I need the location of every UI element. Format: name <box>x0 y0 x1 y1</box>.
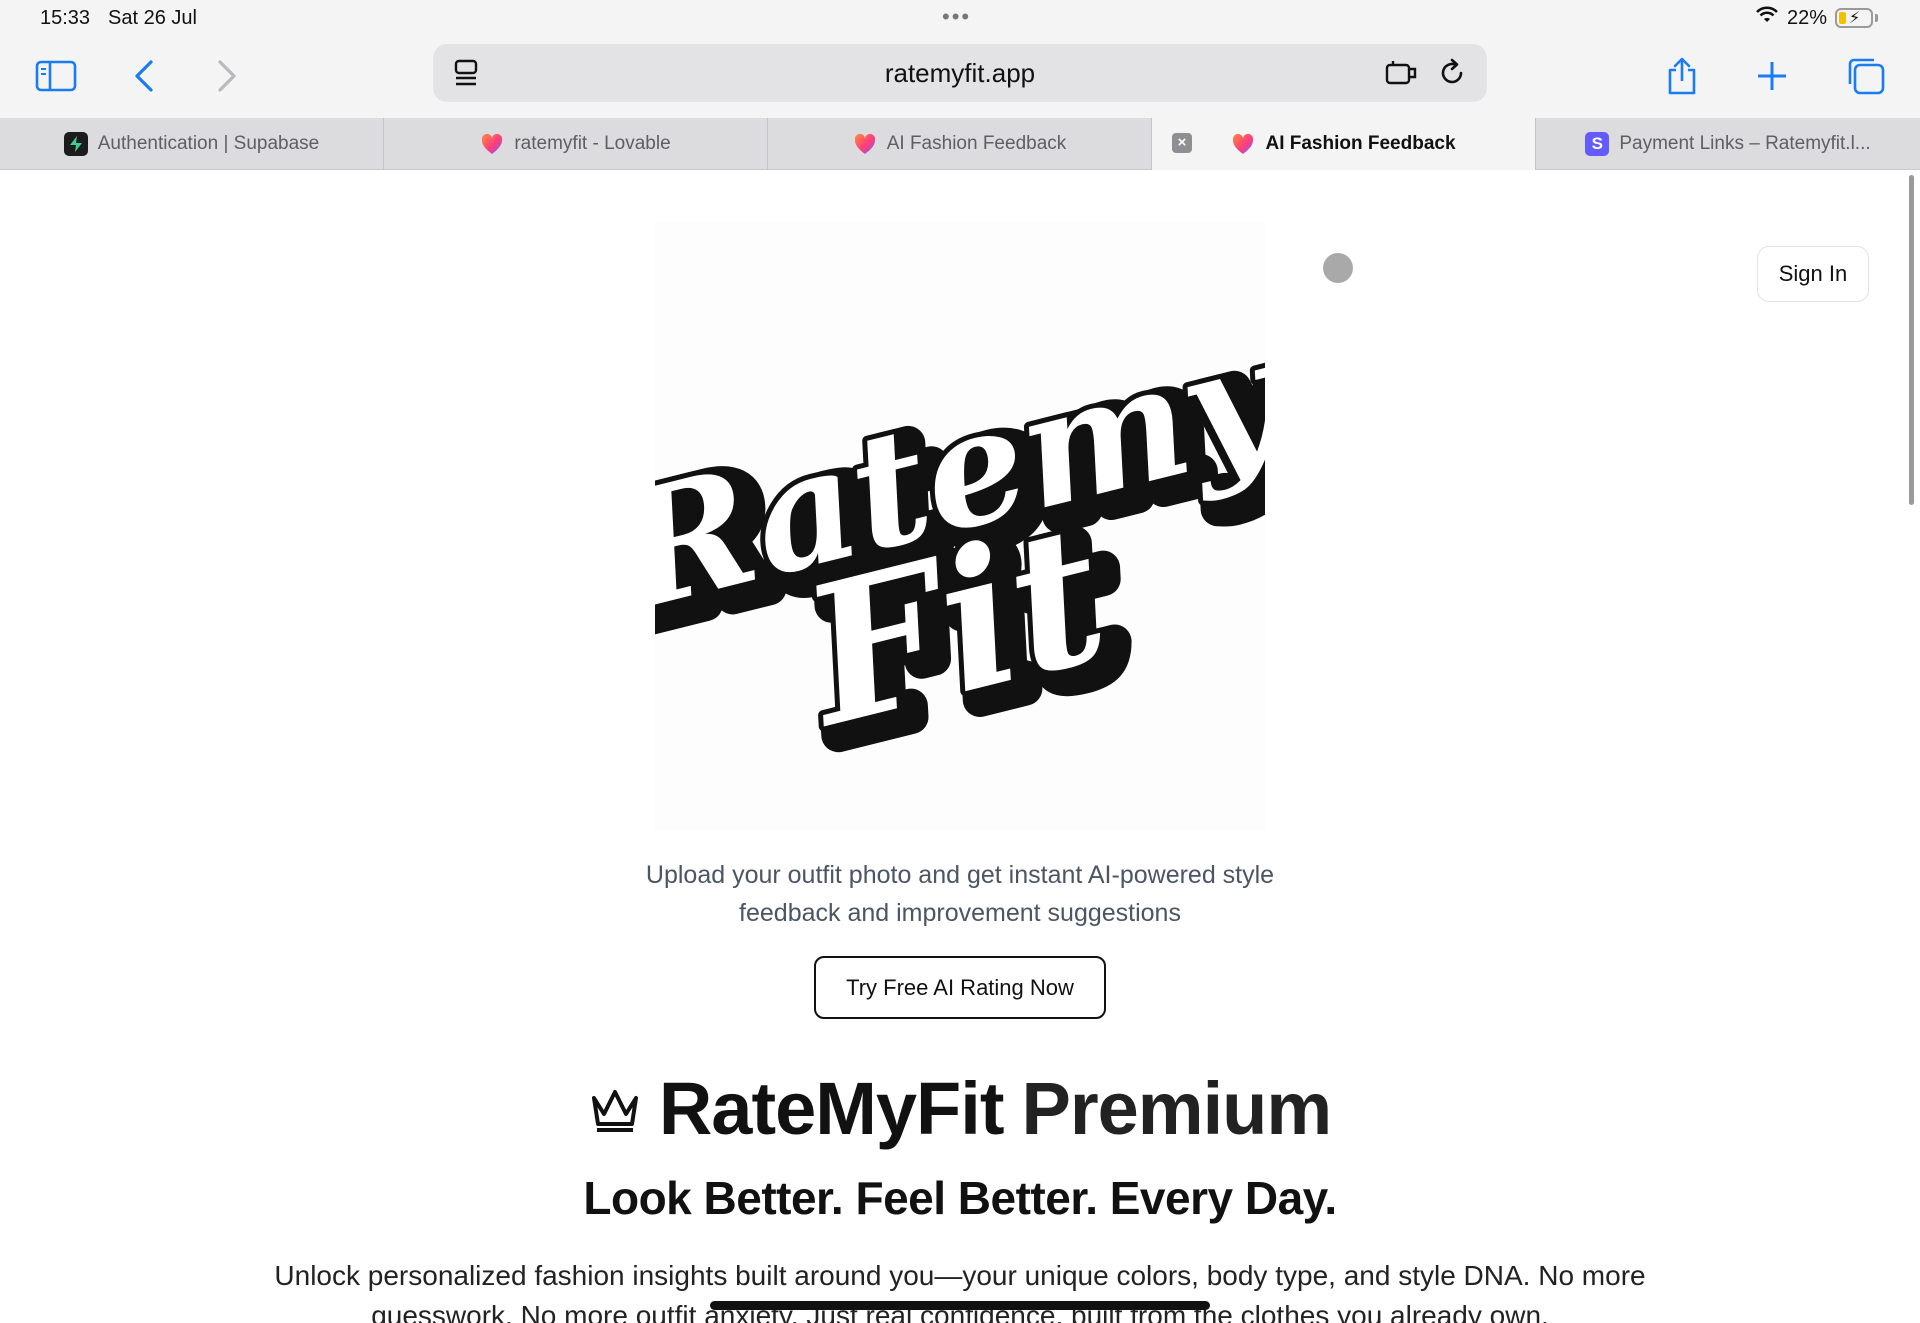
try-free-rating-button[interactable]: Try Free AI Rating Now <box>814 956 1106 1019</box>
description-line-1: Unlock personalized fashion insights bui… <box>274 1260 1646 1291</box>
tab-title: Payment Links – Ratemyfit.l... <box>1619 133 1871 154</box>
battery-fill <box>1839 12 1846 24</box>
tab-bar: Authentication | Supabase ratemyfit - Lo… <box>0 118 1920 170</box>
address-bar[interactable]: ratemyfit.app <box>433 44 1487 102</box>
sidebar-icon[interactable] <box>30 50 82 102</box>
premium-subtitle: Look Better. Feel Better. Every Day. <box>583 1172 1337 1224</box>
tab-ai-fashion-feedback-active[interactable]: × AI Fashion Feedback <box>1152 118 1536 170</box>
wifi-icon <box>1755 6 1779 30</box>
tab-title: AI Fashion Feedback <box>1265 133 1456 154</box>
touch-indicator <box>1323 253 1353 283</box>
tab-supabase[interactable]: Authentication | Supabase <box>0 118 384 170</box>
tabs-overview-icon[interactable] <box>1840 50 1892 102</box>
tagline: Upload your outfit photo and get instant… <box>560 856 1360 932</box>
tab-ai-fashion-feedback[interactable]: AI Fashion Feedback <box>768 118 1152 170</box>
stripe-favicon-icon: S <box>1585 132 1610 156</box>
crown-icon <box>589 1066 641 1151</box>
status-date: Sat 26 Jul <box>108 7 197 29</box>
scrollbar[interactable] <box>1909 175 1914 505</box>
tab-payment-links[interactable]: S Payment Links – Ratemyfit.l... <box>1536 118 1920 170</box>
tab-lovable[interactable]: ratemyfit - Lovable <box>384 118 768 170</box>
premium-description: Unlock personalized fashion insights bui… <box>240 1256 1680 1323</box>
lovable-favicon-icon <box>480 132 504 156</box>
url-text[interactable]: ratemyfit.app <box>433 58 1487 89</box>
tagline-line-1: Upload your outfit photo and get instant… <box>645 861 1275 889</box>
battery-icon: ⚡ <box>1835 8 1873 28</box>
new-tab-icon[interactable] <box>1746 50 1798 102</box>
page-content[interactable]: Ratemy Ratemy Fit Fit Sign In Upload you… <box>0 171 1920 1323</box>
status-indicators: 22% ⚡ <box>1755 6 1878 30</box>
tab-title: AI Fashion Feedback <box>886 133 1067 154</box>
premium-title-brand: RateMyFit <box>658 1067 1005 1150</box>
home-indicator[interactable] <box>710 1301 1210 1310</box>
forward-icon[interactable] <box>201 50 253 102</box>
lovable-favicon-icon <box>853 132 877 156</box>
battery-tip <box>1875 14 1878 22</box>
extensions-icon[interactable] <box>1383 54 1421 92</box>
tagline-line-2: feedback and improvement suggestions <box>739 899 1181 927</box>
status-time: 15:33 <box>40 7 91 29</box>
tab-title: ratemyfit - Lovable <box>514 133 671 154</box>
multitasking-dots-icon[interactable]: ••• <box>942 6 971 28</box>
reload-icon[interactable] <box>1433 54 1471 92</box>
supabase-favicon-icon <box>63 132 88 156</box>
charging-bolt-icon: ⚡ <box>1849 10 1861 27</box>
tab-title: Authentication | Supabase <box>97 133 320 154</box>
sign-in-button[interactable]: Sign In <box>1757 246 1869 302</box>
close-tab-icon[interactable]: × <box>1172 133 1192 153</box>
premium-title: RateMyFit Premium <box>0 1066 1920 1151</box>
browser-toolbar: ratemyfit.app <box>0 38 1920 118</box>
lovable-favicon-icon <box>1231 132 1255 156</box>
status-bar: 15:33 Sat 26 Jul ••• 22% ⚡ <box>0 0 1920 38</box>
battery-percent: 22% <box>1786 6 1827 29</box>
premium-title-word: Premium <box>1021 1067 1332 1150</box>
back-icon[interactable] <box>118 50 170 102</box>
ratemyfit-logo: Ratemy Ratemy Fit Fit <box>593 221 1337 831</box>
share-icon[interactable] <box>1656 50 1708 102</box>
